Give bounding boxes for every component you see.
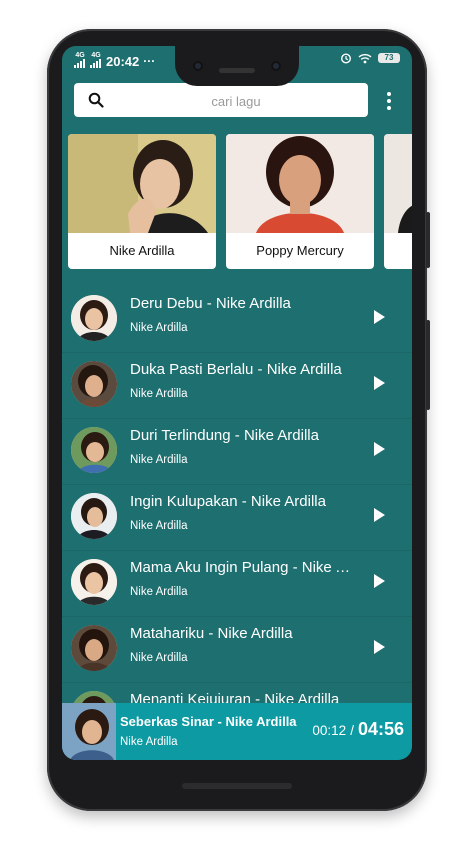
volume-button xyxy=(426,320,430,410)
artist-name: Poppy Mercury xyxy=(256,243,344,258)
play-icon[interactable] xyxy=(372,639,386,655)
time-separator: / xyxy=(350,723,354,738)
signal-icon xyxy=(90,59,102,68)
play-icon[interactable] xyxy=(372,441,386,457)
song-avatar xyxy=(71,295,117,341)
current-time: 00:12 xyxy=(312,723,347,738)
song-title: Deru Debu - Nike Ardilla xyxy=(130,295,291,312)
phone-notch xyxy=(175,46,299,86)
song-row[interactable]: Duka Pasti Berlalu - Nike Ardilla Nike A… xyxy=(62,352,412,419)
song-avatar xyxy=(71,361,117,407)
song-row[interactable]: Matahariku - Nike Ardilla Nike Ardilla xyxy=(62,616,412,683)
song-artist: Nike Ardilla xyxy=(130,322,188,334)
artist-name: Nike Ardilla xyxy=(109,243,175,258)
power-button xyxy=(426,212,430,268)
status-more: ··· xyxy=(143,54,156,68)
artist-card[interactable]: Poppy Mercury xyxy=(226,134,374,269)
play-icon[interactable] xyxy=(372,507,386,523)
now-playing-artist: Nike Ardilla xyxy=(120,736,178,748)
artist-card[interactable]: Nike Ardilla xyxy=(68,134,216,269)
song-artist: Nike Ardilla xyxy=(130,454,188,466)
song-avatar xyxy=(71,559,117,605)
song-title: Ingin Kulupakan - Nike Ardilla xyxy=(130,493,326,510)
signal-icon xyxy=(74,59,86,68)
battery-icon: 73 xyxy=(378,53,400,63)
song-row[interactable]: Deru Debu - Nike Ardilla Nike Ardilla xyxy=(62,286,412,353)
app-screen: 4G 4G 20:42 ··· 73 cari lagu Nike Ardill… xyxy=(62,46,412,760)
song-artist: Nike Ardilla xyxy=(130,388,188,400)
search-bar[interactable] xyxy=(74,83,368,117)
song-title: Matahariku - Nike Ardilla xyxy=(130,625,293,642)
song-avatar xyxy=(71,427,117,473)
song-artist: Nike Ardilla xyxy=(130,652,188,664)
play-icon[interactable] xyxy=(372,573,386,589)
artist-card-partial[interactable] xyxy=(384,134,412,269)
wifi-icon xyxy=(358,53,372,63)
phone-chin xyxy=(182,783,292,789)
search-input[interactable] xyxy=(114,89,358,113)
artist-carousel[interactable]: Nike Ardilla Poppy Mercury xyxy=(68,134,412,270)
artist-photo xyxy=(226,134,374,233)
song-avatar xyxy=(71,625,117,671)
now-playing-title: Seberkas Sinar - Nike Ardilla xyxy=(120,714,297,729)
network-indicator-1: 4G xyxy=(74,52,86,70)
alarm-icon xyxy=(340,53,352,64)
playback-time: 00:12 / 04:56 xyxy=(312,719,404,740)
song-title: Duka Pasti Berlalu - Nike Ardilla xyxy=(130,361,342,378)
song-artist: Nike Ardilla xyxy=(130,586,188,598)
artist-photo xyxy=(68,134,216,233)
play-icon[interactable] xyxy=(372,309,386,325)
song-row[interactable]: Mama Aku Ingin Pulang - Nike Ardilla Nik… xyxy=(62,550,412,617)
search-icon[interactable] xyxy=(88,92,104,108)
now-playing-thumbnail xyxy=(62,703,116,760)
network-indicator-2: 4G xyxy=(90,52,102,70)
now-playing-bar[interactable]: Seberkas Sinar - Nike Ardilla Nike Ardil… xyxy=(62,703,412,760)
status-time: 20:42 xyxy=(106,53,140,69)
song-title: Mama Aku Ingin Pulang - Nike Ardilla xyxy=(130,559,360,576)
song-row[interactable]: Ingin Kulupakan - Nike Ardilla Nike Ardi… xyxy=(62,484,412,551)
song-row[interactable]: Duri Terlindung - Nike Ardilla Nike Ardi… xyxy=(62,418,412,485)
artist-photo xyxy=(384,134,412,233)
song-title: Duri Terlindung - Nike Ardilla xyxy=(130,427,319,444)
camera-icon xyxy=(193,61,203,71)
song-avatar xyxy=(71,493,117,539)
play-icon[interactable] xyxy=(372,375,386,391)
song-list[interactable]: Deru Debu - Nike Ardilla Nike Ardilla Du… xyxy=(62,286,412,706)
earpiece xyxy=(219,68,255,73)
song-artist: Nike Ardilla xyxy=(130,520,188,532)
total-time: 04:56 xyxy=(357,719,404,739)
overflow-menu-icon[interactable] xyxy=(382,92,396,110)
camera-icon xyxy=(271,61,281,71)
